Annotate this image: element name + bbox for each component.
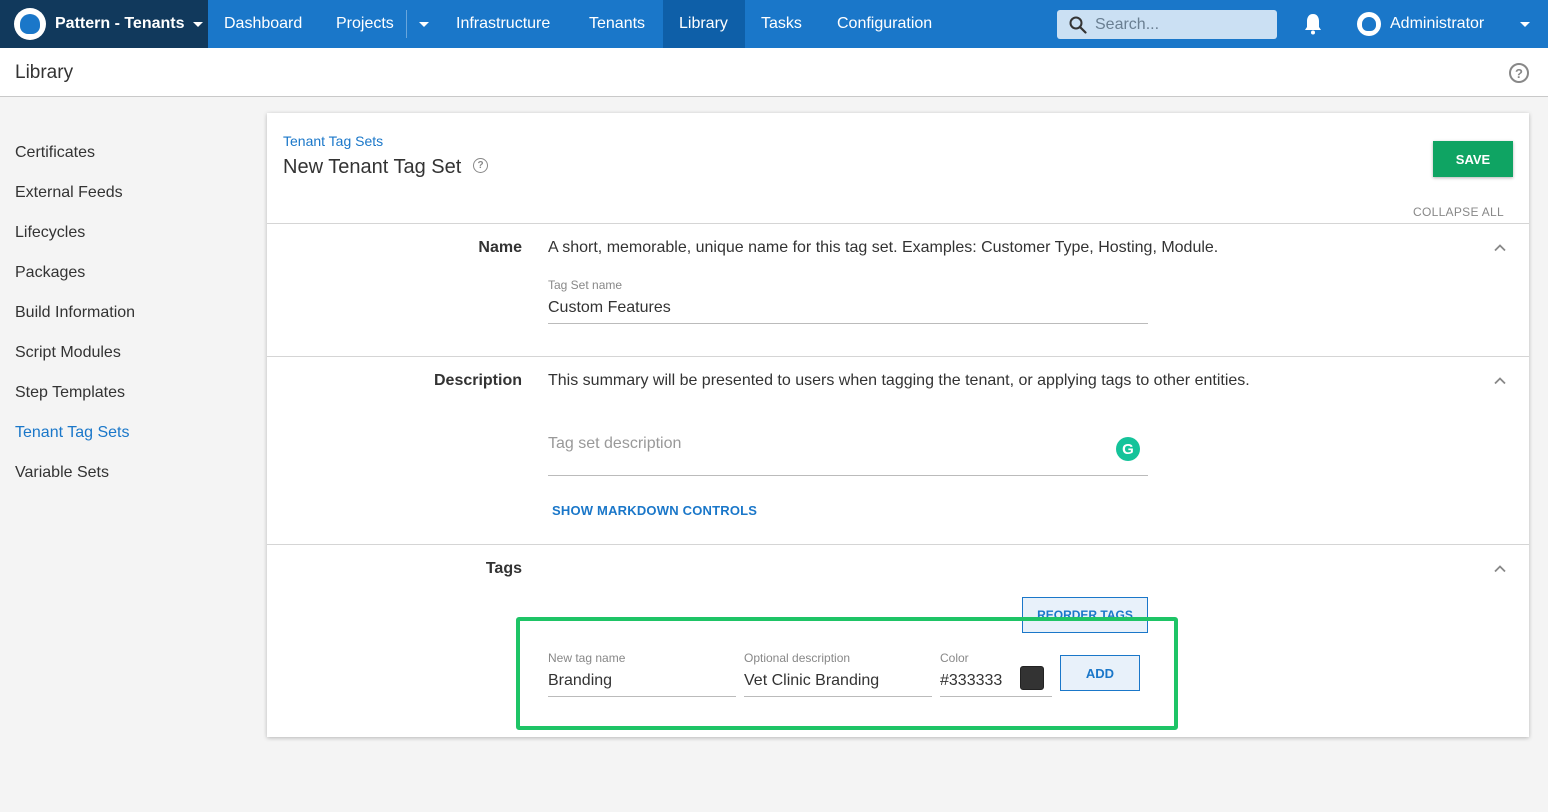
collapse-all-button[interactable]: COLLAPSE ALL [1413, 205, 1504, 219]
page-title: New Tenant Tag Set [283, 156, 462, 178]
chevron-up-icon[interactable] [1494, 242, 1506, 254]
sidebar-item-packages[interactable]: Packages [15, 264, 85, 282]
section-divider [267, 223, 1529, 224]
search-icon [1069, 16, 1087, 34]
search-box[interactable] [1057, 10, 1277, 39]
user-menu[interactable]: Administrator [1357, 0, 1484, 48]
section-label-description: Description [433, 372, 522, 389]
sidebar-item-variable-sets[interactable]: Variable Sets [15, 464, 109, 482]
nav-library[interactable]: Library [663, 0, 745, 48]
nav-tenants[interactable]: Tenants [573, 0, 661, 48]
sidebar-item-step-templates[interactable]: Step Templates [15, 384, 125, 402]
section-divider [267, 544, 1529, 545]
space-switcher[interactable]: Pattern - Tenants [0, 0, 208, 48]
tag-set-description-input[interactable] [548, 432, 1148, 476]
sidebar-item-tenant-tag-sets[interactable]: Tenant Tag Sets [15, 424, 129, 442]
library-header: Library [0, 48, 1548, 97]
page-section-title: Library [15, 62, 74, 83]
highlight-box [516, 617, 1178, 730]
save-button[interactable]: SAVE [1433, 141, 1513, 177]
nav-projects[interactable]: Projects [320, 0, 410, 48]
sidebar-item-certificates[interactable]: Certificates [15, 144, 95, 162]
nav-tasks[interactable]: Tasks [745, 0, 818, 48]
nav-divider [406, 10, 407, 38]
chevron-up-icon[interactable] [1494, 375, 1506, 387]
octopus-logo-icon [14, 8, 46, 40]
nav-dashboard[interactable]: Dashboard [208, 0, 318, 48]
show-markdown-controls-link[interactable]: SHOW MARKDOWN CONTROLS [552, 503, 757, 518]
sidebar-item-external-feeds[interactable]: External Feeds [15, 184, 123, 202]
section-label-name: Name [478, 239, 522, 256]
sidebar-item-script-modules[interactable]: Script Modules [15, 344, 121, 362]
sidebar-item-build-information[interactable]: Build Information [15, 304, 135, 322]
section-description-description: This summary will be presented to users … [548, 372, 1250, 389]
chevron-up-icon[interactable] [1494, 563, 1506, 575]
avatar [1357, 12, 1381, 36]
projects-dropdown-icon[interactable] [414, 0, 434, 48]
help-icon[interactable]: ? [1509, 63, 1529, 83]
section-description-name: A short, memorable, unique name for this… [548, 239, 1219, 256]
sidebar-item-lifecycles[interactable]: Lifecycles [15, 224, 85, 242]
top-navigation: Pattern - Tenants Dashboard Projects Inf… [0, 0, 1548, 48]
chevron-down-icon[interactable] [1520, 22, 1530, 27]
tag-set-name-input[interactable] [548, 298, 1148, 324]
space-name: Pattern - Tenants [55, 15, 185, 32]
nav-infrastructure[interactable]: Infrastructure [440, 0, 566, 48]
grammarly-icon[interactable]: G [1116, 437, 1140, 461]
section-divider [267, 356, 1529, 357]
search-input[interactable] [1095, 15, 1265, 34]
breadcrumb[interactable]: Tenant Tag Sets [283, 133, 383, 149]
bell-icon[interactable] [1302, 12, 1324, 36]
user-name: Administrator [1390, 15, 1485, 32]
help-icon[interactable]: ? [473, 158, 488, 173]
chevron-down-icon [192, 21, 203, 27]
nav-configuration[interactable]: Configuration [821, 0, 948, 48]
tag-set-name-label: Tag Set name [548, 278, 623, 292]
section-label-tags: Tags [485, 560, 522, 577]
